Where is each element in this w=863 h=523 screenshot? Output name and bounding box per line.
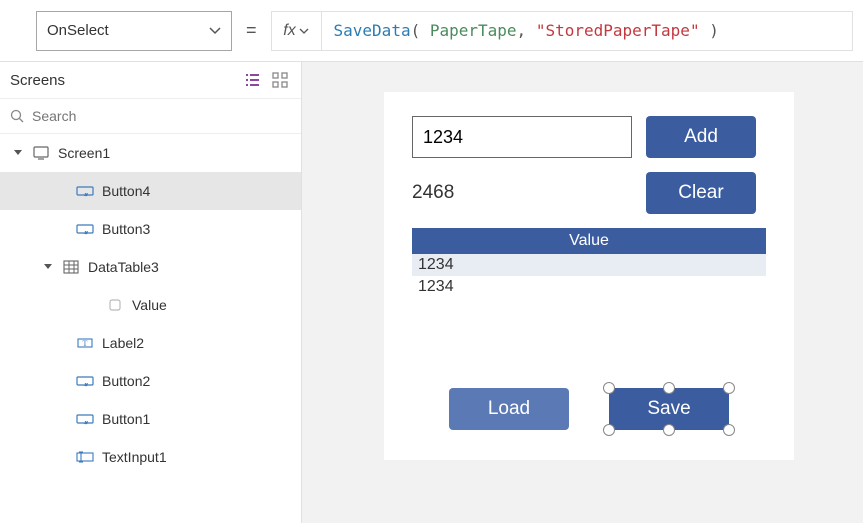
grid-view-icon[interactable]	[269, 69, 291, 91]
tree-item-label: Button1	[102, 411, 301, 427]
datatable-icon	[62, 258, 80, 276]
label-icon: T	[76, 334, 94, 352]
tree-item-label: Button2	[102, 373, 301, 389]
textinput-icon	[76, 448, 94, 466]
property-selector-value: OnSelect	[47, 22, 109, 39]
resize-handle[interactable]	[603, 382, 615, 394]
button-icon	[76, 182, 94, 200]
tree-item[interactable]: DataTable3	[0, 248, 301, 286]
equals-sign: =	[246, 20, 257, 41]
tree-item[interactable]: Button1	[0, 400, 301, 438]
tree-item-label: Value	[132, 297, 301, 313]
resize-handle[interactable]	[723, 382, 735, 394]
property-selector[interactable]: OnSelect	[36, 11, 232, 51]
tree-search-row	[0, 98, 301, 134]
formula-arg2: "StoredPaperTape"	[536, 21, 700, 40]
clear-button[interactable]: Clear	[646, 172, 756, 214]
tree-item[interactable]: T Label2	[0, 324, 301, 362]
tree-item-label: DataTable3	[88, 259, 301, 275]
list-view-icon[interactable]	[241, 69, 263, 91]
tree-item[interactable]: Button4	[0, 172, 301, 210]
resize-handle[interactable]	[603, 424, 615, 436]
svg-text:T: T	[83, 339, 88, 348]
resize-handle[interactable]	[723, 424, 735, 436]
resize-handle[interactable]	[663, 424, 675, 436]
screen-icon	[32, 144, 50, 162]
number-input[interactable]	[412, 116, 632, 158]
button-icon	[76, 372, 94, 390]
tree-list: Screen1 Button4 Button3 DataTable3 Value T Lab…	[0, 134, 301, 523]
chevron-down-icon	[299, 28, 309, 34]
tree-item[interactable]: Screen1	[0, 134, 301, 172]
load-button[interactable]: Load	[449, 388, 569, 430]
tree-item-label: TextInput1	[102, 449, 301, 465]
formula-arg1: PaperTape	[430, 21, 517, 40]
tree-search-input[interactable]	[32, 108, 291, 124]
fx-button[interactable]: fx	[272, 12, 322, 50]
data-table-row[interactable]: 1234	[412, 276, 766, 298]
tree-item-label: Screen1	[58, 145, 301, 161]
tree-item[interactable]: Button2	[0, 362, 301, 400]
tree-item-label: Label2	[102, 335, 301, 351]
chevron-down-icon	[209, 27, 221, 35]
tree-item-label: Button4	[102, 183, 301, 199]
formula-text[interactable]: SaveData( PaperTape, "StoredPaperTape" )	[322, 21, 852, 40]
search-icon	[10, 109, 24, 123]
add-button[interactable]: Add	[646, 116, 756, 158]
fx-label: fx	[283, 22, 295, 40]
tree-item[interactable]: Button3	[0, 210, 301, 248]
chevron-down-icon	[14, 150, 26, 156]
save-button-selection: Save	[609, 388, 729, 430]
data-table-row[interactable]: 1234	[412, 254, 766, 276]
tree-view-title: Screens	[10, 72, 235, 89]
design-canvas-wrap: Add 2468 Clear Value 12341234 Load Save	[302, 62, 863, 523]
data-table-header: Value	[412, 228, 766, 254]
tree-item-label: Button3	[102, 221, 301, 237]
chevron-down-icon	[44, 264, 56, 270]
tree-item[interactable]: Value	[0, 286, 301, 324]
tree-view-header: Screens	[0, 62, 301, 98]
button-icon	[76, 410, 94, 428]
design-canvas: Add 2468 Clear Value 12341234 Load Save	[384, 92, 794, 460]
button-icon	[76, 220, 94, 238]
resize-handle[interactable]	[663, 382, 675, 394]
formula-fn: SaveData	[334, 21, 411, 40]
tree-view-panel: Screens Screen1 Button4 Button3 DataTable3 V…	[0, 62, 302, 523]
result-label: 2468	[412, 182, 632, 204]
formula-input-bar: fx SaveData( PaperTape, "StoredPaperTape…	[271, 11, 853, 51]
data-table[interactable]: Value 12341234	[412, 228, 766, 298]
tree-item[interactable]: TextInput1	[0, 438, 301, 476]
column-icon	[106, 296, 124, 314]
formula-bar: OnSelect = fx SaveData( PaperTape, "Stor…	[0, 0, 863, 62]
